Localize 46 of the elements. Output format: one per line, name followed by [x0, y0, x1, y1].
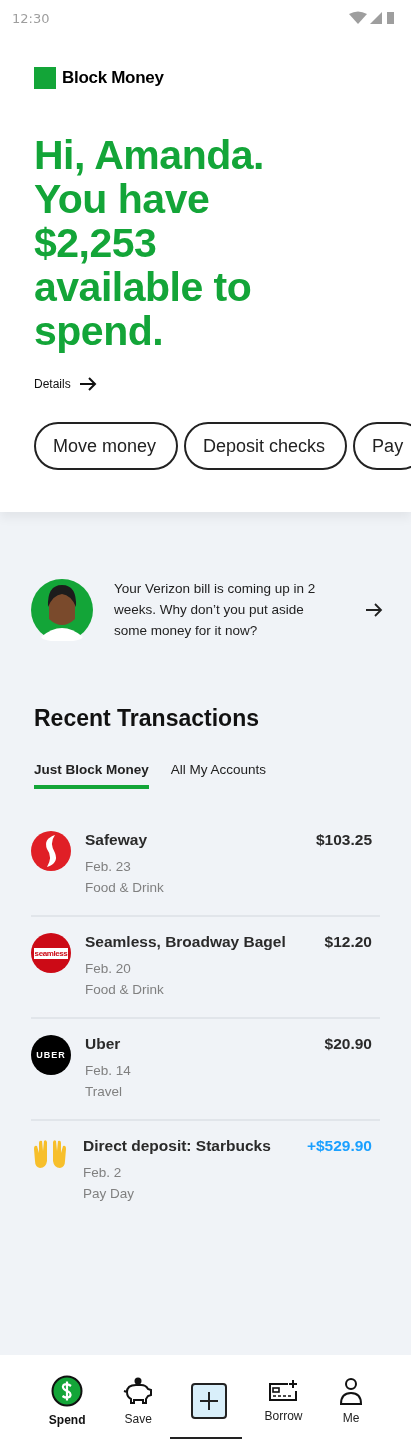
card-icon [268, 1379, 299, 1403]
transaction-amount: +$529.90 [306, 1137, 372, 1155]
nav-tab[interactable]: Spend [48, 1375, 86, 1427]
transaction-amount: $103.25 [315, 831, 372, 849]
arrow-right-icon [78, 377, 97, 391]
merchant-name: Direct deposit: Starbucks [83, 1137, 271, 1155]
account-tab[interactable]: Just Block Money [34, 762, 149, 789]
reminder-text: Your Verizon bill is coming up in 2 weeks. Why don’t you put aside some money for it now? [114, 580, 317, 640]
transaction-date: Feb. 23 [85, 859, 132, 874]
transaction-amount: $20.90 [324, 1035, 372, 1053]
merchant-logo: UBER [31, 1035, 71, 1075]
merchant-name: Uber [85, 1035, 121, 1053]
transaction-date: Feb. 2 [83, 1165, 123, 1180]
details-link[interactable]: Details [34, 377, 97, 391]
transaction-amount: $12.20 [324, 933, 372, 951]
action-chip[interactable]: Deposit checks [184, 422, 348, 470]
nav-tab[interactable]: Save [123, 1376, 154, 1426]
merchant-logo-icon [31, 831, 71, 871]
raised-hands-icon [31, 1137, 69, 1169]
piggy-bank-icon [123, 1376, 154, 1406]
transaction-date: Feb. 14 [85, 1063, 132, 1078]
status-time: 12:30 [12, 10, 50, 26]
merchant-name: Seamless, Broadway Bagel [85, 933, 286, 951]
account-tab[interactable]: All My Accounts [170, 762, 267, 789]
transaction-category: Travel [85, 1084, 123, 1099]
merchant-name: Safeway [85, 831, 148, 849]
action-chip[interactable]: Pay [353, 422, 411, 470]
nav-tab[interactable]: Me [340, 1377, 363, 1425]
transaction-category: Food & Drink [85, 982, 165, 997]
avatar-icon [31, 578, 93, 641]
nav-tab[interactable]: Borrow [264, 1379, 303, 1423]
brand-name: Block Money [62, 68, 164, 88]
person-icon [340, 1377, 363, 1405]
transaction-category: Food & Drink [85, 880, 165, 895]
transaction-category: Pay Day [83, 1186, 136, 1201]
arrow-right-icon[interactable] [365, 602, 383, 617]
section-title: Recent Transactions [34, 705, 260, 732]
logo-square-icon [34, 67, 56, 89]
action-chip[interactable]: Move money [34, 422, 179, 470]
transaction-date: Feb. 20 [85, 961, 132, 976]
nav-tab[interactable] [190, 1383, 227, 1419]
merchant-logo: seamless [31, 933, 71, 973]
add-icon [190, 1383, 227, 1419]
greeting-heading: Hi, Amanda. You have $2,253 available to spend. [34, 133, 265, 353]
status-icons [349, 11, 395, 25]
dollar-icon [51, 1375, 84, 1407]
